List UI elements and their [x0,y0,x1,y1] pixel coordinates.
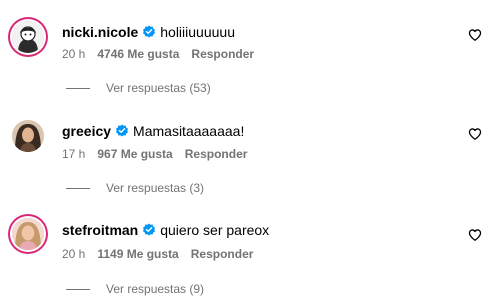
like-count[interactable]: 1149 Me gusta [97,247,178,261]
comment-line: greeicy Mamasitaaaaaaa! [62,122,244,142]
view-replies-button[interactable]: Ver respuestas (3) [66,180,204,196]
comments-list: nicki.nicole holiiiuuuuuu 20 h 4746 Me gus… [0,0,493,307]
view-replies-label: Ver respuestas (53) [106,81,211,95]
like-count[interactable]: 967 Me gusta [97,147,172,161]
comment-text: holiiiuuuuuu [160,24,235,40]
comment-item: nicki.nicole holiiiuuuuuu 20 h 4746 Me gus… [0,0,493,100]
photo-portrait-avatar-icon [12,218,44,250]
view-replies-label: Ver respuestas (3) [106,181,205,195]
comment-item: stefroitman quiero ser pareox 20 h 1149 Me… [0,200,493,307]
comment-line: stefroitman quiero ser pareox [62,221,269,241]
comment-item: greeicy Mamasitaaaaaaa! 17 h 967 Me gusta R… [0,100,493,200]
verified-badge-icon [142,25,156,43]
reply-button[interactable]: Responder [191,247,254,261]
photo-portrait-avatar-icon [12,120,44,152]
comment-line: nicki.nicole holiiiuuuuuu [62,23,235,43]
view-replies-label: Ver respuestas (9) [106,282,205,296]
avatar[interactable] [12,218,44,250]
verified-badge-icon [142,223,156,241]
username-link[interactable]: nicki.nicole [62,24,138,40]
username-link[interactable]: stefroitman [62,222,138,238]
divider-line [66,188,90,190]
verified-badge-icon [115,124,129,142]
comment-timestamp: 17 h [62,147,86,161]
like-heart-icon[interactable] [468,28,482,42]
comment-timestamp: 20 h [62,247,86,261]
like-count[interactable]: 4746 Me gusta [97,47,179,61]
comment-meta: 20 h 4746 Me gusta Responder [62,46,254,62]
comment-timestamp: 20 h [62,47,86,61]
comment-meta: 17 h 967 Me gusta Responder [62,146,247,162]
avatar[interactable] [12,120,44,152]
comment-text: quiero ser pareox [160,222,270,238]
comment-text: Mamasitaaaaaaa! [133,123,245,139]
divider-line [66,289,90,291]
avatar[interactable] [12,21,44,53]
view-replies-button[interactable]: Ver respuestas (9) [66,281,204,297]
reply-button[interactable]: Responder [191,47,254,61]
like-heart-icon[interactable] [468,127,482,141]
view-replies-button[interactable]: Ver respuestas (53) [66,80,211,96]
divider-line [66,88,90,90]
comment-meta: 20 h 1149 Me gusta Responder [62,246,253,262]
reply-button[interactable]: Responder [185,147,248,161]
username-link[interactable]: greeicy [62,123,111,139]
cartoon-portrait-avatar-icon [12,21,44,53]
like-heart-icon[interactable] [468,228,482,242]
